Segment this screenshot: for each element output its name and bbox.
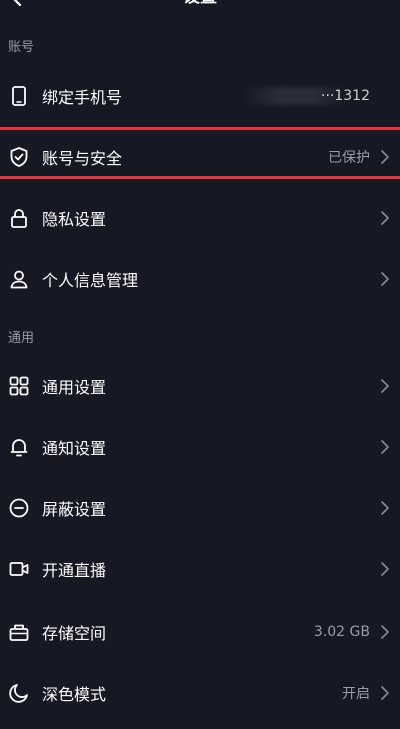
row-label: 通用设置 xyxy=(42,377,107,397)
bell-icon xyxy=(10,438,28,456)
settings-row-dark-mode[interactable]: 深色模式 开启 xyxy=(0,662,400,723)
top-bar: 设置 xyxy=(0,0,400,10)
chevron-right-icon xyxy=(381,624,389,639)
video-icon xyxy=(9,561,29,576)
settings-screen: 设置 账号 绑定手机号 ···1312 账号与安全 已保护 隐私设置 xyxy=(0,0,400,729)
lock-icon xyxy=(11,208,27,228)
row-label: 开通直播 xyxy=(42,560,107,580)
phone-number-value: ···1312 xyxy=(321,87,370,104)
row-label: 深色模式 xyxy=(42,684,107,704)
settings-row-personal-info[interactable]: 个人信息管理 xyxy=(0,248,400,309)
row-label: 屏蔽设置 xyxy=(42,499,107,519)
row-label: 存储空间 xyxy=(42,623,107,643)
settings-row-account-security[interactable]: 账号与安全 已保护 xyxy=(0,126,400,187)
settings-row-bind-phone[interactable]: 绑定手机号 ···1312 xyxy=(0,65,400,126)
settings-row-storage[interactable]: 存储空间 3.02 GB xyxy=(0,601,400,662)
settings-row-block[interactable]: 屏蔽设置 xyxy=(0,477,400,538)
chevron-right-icon xyxy=(381,210,389,225)
chevron-right-icon xyxy=(381,500,389,515)
row-label: 通知设置 xyxy=(42,438,107,458)
row-label: 账号与安全 xyxy=(42,148,123,168)
row-label: 个人信息管理 xyxy=(42,270,139,290)
chevron-right-icon xyxy=(381,561,389,576)
section-label-general: 通用 xyxy=(8,331,35,346)
chevron-right-icon xyxy=(381,378,389,393)
moon-icon xyxy=(9,683,28,703)
chevron-right-icon xyxy=(381,685,389,700)
row-value: 3.02 GB xyxy=(313,623,370,640)
row-label: 绑定手机号 xyxy=(42,87,123,107)
settings-row-live[interactable]: 开通直播 xyxy=(0,538,400,599)
settings-row-general[interactable]: 通用设置 xyxy=(0,355,400,416)
page-title: 设置 xyxy=(0,0,400,8)
chevron-right-icon xyxy=(381,271,389,286)
storage-icon xyxy=(9,624,29,641)
phone-icon xyxy=(12,85,26,106)
row-label: 隐私设置 xyxy=(42,209,107,229)
user-icon xyxy=(10,270,28,288)
chevron-right-icon xyxy=(381,149,389,164)
section-label-account: 账号 xyxy=(8,40,35,55)
row-value: 开启 xyxy=(342,685,370,702)
row-value: 已保护 xyxy=(328,149,370,166)
settings-row-privacy[interactable]: 隐私设置 xyxy=(0,187,400,248)
minus-circle-icon xyxy=(9,498,29,517)
shield-check-icon xyxy=(10,146,28,167)
settings-row-notifications[interactable]: 通知设置 xyxy=(0,416,400,477)
grid-icon xyxy=(9,376,29,395)
chevron-right-icon xyxy=(381,439,389,454)
